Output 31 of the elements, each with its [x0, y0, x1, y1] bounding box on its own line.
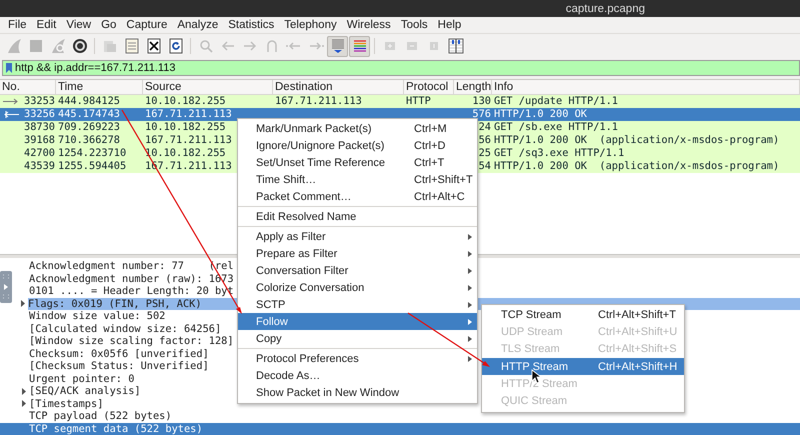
- table-cell: 24: [478, 121, 491, 133]
- table-cell: 33253: [24, 95, 55, 108]
- table-cell: 10.10.182.255: [145, 121, 226, 133]
- table-cell: 130: [472, 95, 491, 107]
- table-cell: 444.984125: [58, 95, 120, 107]
- table-cell: 42700: [24, 147, 55, 160]
- table-cell: 33256: [24, 108, 55, 121]
- table-cell: GET /sb.exe HTTP/1.1: [494, 121, 618, 133]
- table-cell: 54: [478, 160, 491, 172]
- table-cell: HTTP: [406, 95, 431, 107]
- table-cell: 1255.594405: [58, 160, 126, 172]
- table-cell: 167.71.211.113: [145, 134, 232, 146]
- table-cell: 1254.223710: [58, 147, 126, 159]
- table-cell: HTTP/1.0 200 OK (application/x-msdos-program): [494, 134, 780, 146]
- table-cell: HTTP/1.0 200 OK (application/x-msdos-program): [494, 160, 780, 172]
- table-cell: 56: [478, 134, 491, 146]
- table-cell: 25: [478, 147, 491, 159]
- window-title: capture.pcapng: [566, 2, 645, 14]
- table-cell: 709.269223: [58, 121, 120, 133]
- table-cell: 445.174743: [58, 108, 120, 120]
- table-cell: GET /sq3.exe HTTP/1.1: [494, 147, 624, 159]
- table-cell: 710.366278: [58, 134, 120, 146]
- table-cell: 576: [472, 108, 491, 120]
- table-cell: 10.10.182.255: [145, 95, 226, 107]
- table-cell: 43539: [24, 160, 55, 173]
- table-cell: 167.71.211.113: [275, 95, 362, 107]
- table-cell: 38730: [24, 121, 55, 134]
- table-cell: GET /update HTTP/1.1: [494, 95, 618, 107]
- table-cell: 39168: [24, 134, 55, 147]
- table-cell: 167.71.211.113: [145, 108, 232, 120]
- table-cell: HTTP/1.0 200 OK: [494, 108, 587, 120]
